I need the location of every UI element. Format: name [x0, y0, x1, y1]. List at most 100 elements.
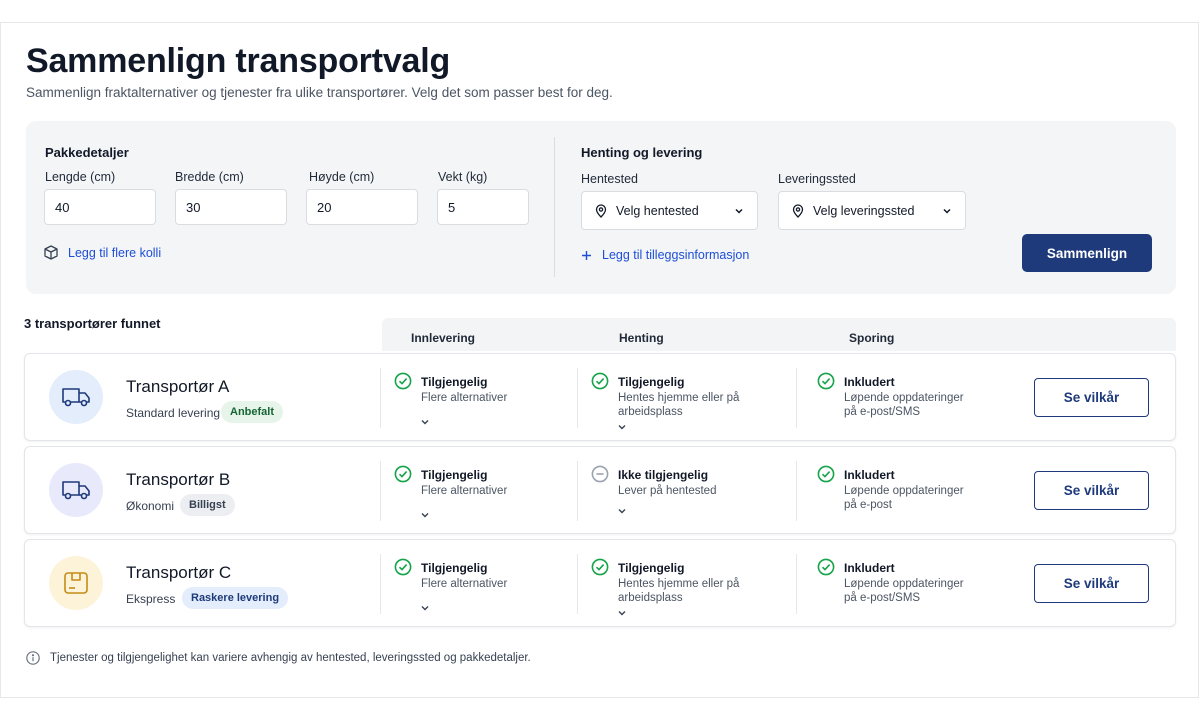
- express-badge: Raskere levering: [182, 587, 289, 609]
- cell-divider: [577, 554, 578, 614]
- package-details-title: Pakkedetaljer: [45, 145, 129, 160]
- location-pin-icon: [595, 203, 607, 218]
- cell-divider: [577, 461, 578, 521]
- chevron-down-icon[interactable]: [419, 509, 431, 521]
- column-header-tracking: Sporing: [849, 331, 895, 345]
- carrier-avatar: [49, 556, 103, 610]
- cell-divider: [380, 461, 381, 521]
- height-label: Høyde (cm): [309, 170, 375, 184]
- results-count: 3 transportører funnet: [24, 316, 161, 331]
- carrier-type: Standard levering: [126, 406, 221, 420]
- chevron-down-icon[interactable]: [419, 416, 431, 428]
- check-circle-icon: [394, 372, 412, 390]
- carrier-card: Transportør C Ekspress Raskere levering …: [24, 539, 1176, 627]
- view-terms-button[interactable]: Se vilkår: [1034, 378, 1149, 417]
- carrier-type: Økonomi: [126, 499, 175, 513]
- carrier-name: Transportør B: [126, 470, 231, 489]
- pickup-detail: Hentes hjemme eller på arbeidsplass: [618, 578, 740, 604]
- width-label: Bredde (cm): [175, 170, 244, 184]
- cell-divider: [796, 461, 797, 521]
- pickup-label: Hentested: [581, 172, 638, 186]
- footnote: Tjenester og tilgjengelighet kan variere…: [26, 651, 531, 665]
- view-terms-button[interactable]: Se vilkår: [1034, 564, 1149, 603]
- carrier-name: Transportør A: [126, 377, 230, 396]
- carrier-avatar: [49, 370, 103, 424]
- tracking-status: Inkludert: [844, 561, 895, 575]
- info-icon: [26, 651, 40, 665]
- cell-divider: [380, 368, 381, 428]
- height-input[interactable]: [306, 189, 418, 225]
- compare-button[interactable]: Sammenlign: [1022, 234, 1152, 272]
- carrier-name: Transportør C: [126, 563, 232, 582]
- plus-icon: [582, 250, 591, 260]
- pickup-status: Ikke tilgjengelig: [618, 468, 709, 482]
- length-input[interactable]: [44, 189, 156, 225]
- view-terms-button[interactable]: Se vilkår: [1034, 471, 1149, 510]
- pickup-status: Tilgjengelig: [618, 375, 685, 389]
- dropoff-status: Tilgjengelig: [421, 375, 488, 389]
- dropoff-select-value: Velg leveringssted: [813, 203, 915, 218]
- check-circle-icon: [817, 465, 835, 483]
- tracking-detail: Løpende oppdateringer på e-post/SMS: [844, 578, 964, 604]
- weight-input[interactable]: [437, 189, 529, 225]
- dropoff-detail: Flere alternativer: [421, 485, 508, 497]
- package-icon: [64, 572, 88, 594]
- dropoff-select[interactable]: Velg leveringssted: [778, 191, 966, 230]
- recommended-badge: Anbefalt: [221, 401, 283, 423]
- cell-divider: [380, 554, 381, 614]
- chevron-down-icon[interactable]: [616, 421, 628, 433]
- length-label: Lengde (cm): [45, 170, 116, 184]
- chevron-down-icon[interactable]: [419, 602, 431, 614]
- check-circle-icon: [591, 558, 609, 576]
- truck-icon: [62, 481, 90, 500]
- pickup-select-value: Velg hentested: [616, 203, 699, 218]
- truck-icon: [62, 388, 90, 407]
- add-parcels-link[interactable]: Legg til flere kolli: [44, 245, 161, 260]
- pickup-select[interactable]: Velg hentested: [581, 191, 758, 230]
- minus-circle-icon: [591, 465, 609, 483]
- add-info-label: Legg til tilleggsinformasjon: [602, 248, 750, 262]
- check-circle-icon: [591, 372, 609, 390]
- dropoff-detail: Flere alternativer: [421, 392, 508, 404]
- weight-label: Vekt (kg): [438, 170, 488, 184]
- pickup-status: Tilgjengelig: [618, 561, 685, 575]
- tracking-detail: Løpende oppdateringer på e-post/SMS: [844, 392, 964, 418]
- pickup-detail: Lever på hentested: [618, 485, 717, 497]
- dropoff-status: Tilgjengelig: [421, 561, 488, 575]
- column-header-pickup: Henting: [619, 331, 664, 345]
- chevron-down-icon[interactable]: [616, 505, 628, 517]
- cell-divider: [577, 368, 578, 428]
- page-title: Sammenlign transportvalg: [26, 42, 451, 80]
- check-circle-icon: [394, 558, 412, 576]
- cheapest-badge: Billigst: [180, 494, 235, 516]
- delivery-title: Henting og levering: [581, 145, 703, 160]
- column-header-bar: [382, 318, 1176, 351]
- dropoff-status: Tilgjengelig: [421, 468, 488, 482]
- add-info-link[interactable]: Legg til tilleggsinformasjon: [581, 248, 749, 262]
- tracking-detail: Løpende oppdateringer på e-post: [844, 485, 964, 511]
- check-circle-icon: [817, 558, 835, 576]
- footnote-text: Tjenester og tilgjengelighet kan variere…: [50, 652, 531, 664]
- chevron-down-icon[interactable]: [616, 607, 628, 619]
- check-circle-icon: [394, 465, 412, 483]
- panel-divider: [554, 137, 555, 277]
- location-pin-icon: [792, 203, 804, 218]
- box-icon: [44, 245, 58, 260]
- check-circle-icon: [817, 372, 835, 390]
- width-input[interactable]: [175, 189, 287, 225]
- page-subtitle: Sammenlign fraktalternativer og tjeneste…: [26, 85, 613, 100]
- chevron-down-icon: [735, 208, 743, 214]
- pickup-detail: Hentes hjemme eller på arbeidsplass: [618, 392, 740, 418]
- cell-divider: [796, 368, 797, 428]
- column-header-dropoff: Innlevering: [411, 331, 476, 345]
- dropoff-detail: Flere alternativer: [421, 578, 508, 590]
- cell-divider: [796, 554, 797, 614]
- carrier-type: Ekspress: [126, 592, 176, 606]
- carrier-card: Transportør B Økonomi Billigst Tilgjenge…: [24, 446, 1176, 534]
- tracking-status: Inkludert: [844, 468, 895, 482]
- carrier-card: Transportør A Standard levering Anbefalt…: [24, 353, 1176, 441]
- carrier-avatar: [49, 463, 103, 517]
- dropoff-label: Leveringssted: [778, 172, 856, 186]
- chevron-down-icon: [943, 208, 951, 214]
- add-parcels-label: Legg til flere kolli: [68, 245, 162, 260]
